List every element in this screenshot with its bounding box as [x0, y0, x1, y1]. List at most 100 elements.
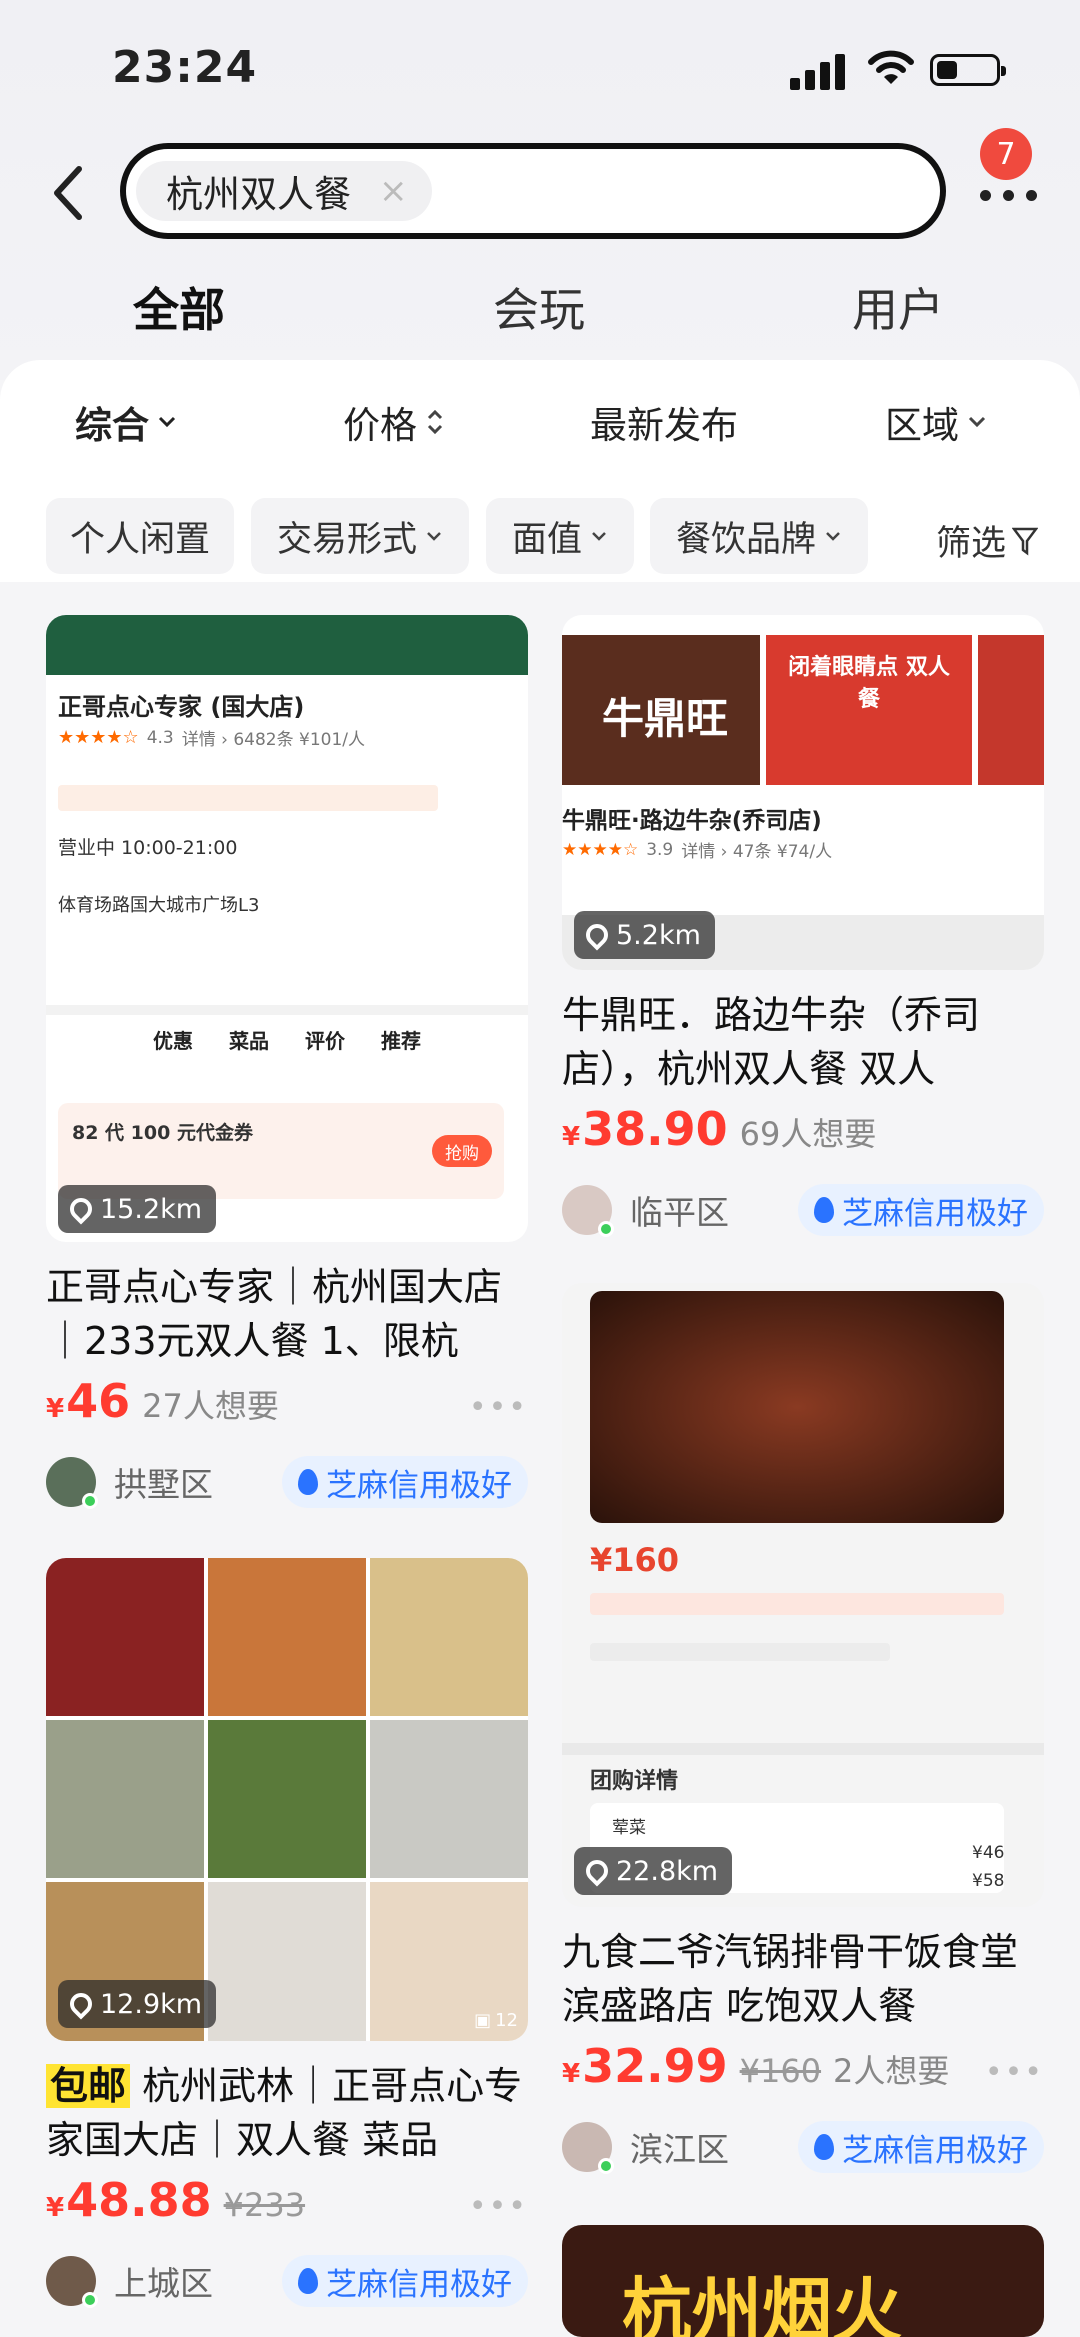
- chevron-down-icon: [592, 532, 606, 541]
- photo-count: ▣ 12: [474, 2010, 518, 2031]
- card-title: 正哥点心专家｜杭州国大店｜233元双人餐 1、限杭: [46, 1265, 503, 1363]
- product-card[interactable]: ▣ 12 12.9km 包邮 杭州武林｜正哥点心专家国大店｜双人餐 菜品 ¥ 4…: [46, 1558, 528, 2309]
- filter-more-button[interactable]: 筛选: [936, 515, 1039, 566]
- image-shop-name: 正哥点心专家 (国大店): [58, 693, 305, 721]
- funnel-icon: [1012, 527, 1039, 555]
- product-card[interactable]: ¥160 团购详情 荤菜 ¥46 ¥58 22.8km 九食二爷汽锅排骨干饭食堂…: [562, 1283, 1044, 2175]
- sort-price[interactable]: 价格: [343, 395, 445, 449]
- credit-badge: 芝麻信用极好: [282, 1456, 528, 1508]
- currency-symbol: ¥: [562, 1122, 581, 1152]
- filter-label: 交易形式: [276, 519, 417, 560]
- product-card[interactable]: 牛鼎旺 闭着眼睛点 双人餐 牛鼎旺·路边牛杂(乔司店) ★★★★☆ 3.9 详情…: [562, 615, 1044, 1238]
- location-pin-icon: [65, 1988, 97, 2020]
- sort-label: 价格: [343, 404, 417, 447]
- filter-label: 个人闲置: [69, 519, 210, 560]
- image-item: 荤菜: [612, 1818, 646, 1838]
- sort-region[interactable]: 区域: [885, 395, 987, 449]
- chevron-down-icon: [158, 416, 176, 428]
- avatar[interactable]: [46, 1457, 98, 1509]
- image-address: 体育场路国大城市广场L3: [58, 895, 260, 916]
- price-row: ¥ 38.90 69人想要: [562, 1102, 1044, 1162]
- clear-icon[interactable]: ×: [379, 171, 408, 211]
- card-title: 牛鼎旺．路边牛杂（乔司店），杭州双人餐 双人: [562, 993, 981, 1091]
- distance-tag: 12.9km: [58, 1980, 217, 2028]
- more-dots-icon[interactable]: •••: [469, 2189, 528, 2224]
- product-card[interactable]: 杭州烟火: [562, 2225, 1044, 2337]
- price: 32.99: [582, 2039, 728, 2093]
- chevron-down-icon: [826, 532, 840, 541]
- tab-users[interactable]: 用户: [852, 274, 944, 340]
- location-pin-icon: [581, 1855, 613, 1887]
- original-price: ¥233: [223, 2186, 306, 2224]
- filter-personal-idle[interactable]: 个人闲置: [46, 498, 234, 574]
- seller-row: 滨江区 芝麻信用极好: [562, 2119, 1044, 2175]
- filter-face-value[interactable]: 面值: [486, 498, 634, 574]
- avatar[interactable]: [562, 2122, 614, 2174]
- drop-icon: [814, 2134, 834, 2160]
- avatar[interactable]: [46, 2256, 98, 2308]
- more-dots-icon[interactable]: •••: [469, 1390, 528, 1425]
- sort-updown-icon: [427, 409, 443, 435]
- location-pin-icon: [65, 1193, 97, 1225]
- free-shipping-tag: 包邮: [46, 2064, 131, 2108]
- distance-tag: 5.2km: [574, 911, 715, 959]
- more-dots-icon[interactable]: •••: [985, 2055, 1044, 2090]
- tab-play[interactable]: 会玩: [493, 274, 585, 340]
- back-button[interactable]: [40, 160, 96, 226]
- distance-tag: 22.8km: [574, 1847, 733, 1895]
- filter-more-label: 筛选: [936, 524, 1007, 564]
- chevron-down-icon: [427, 532, 441, 541]
- seller-area: 拱墅区: [114, 1465, 213, 1504]
- filter-label: 餐饮品牌: [675, 519, 816, 560]
- tab-all[interactable]: 全部: [131, 274, 227, 340]
- filter-trade-type[interactable]: 交易形式: [251, 498, 469, 574]
- drop-icon: [814, 1197, 834, 1223]
- credit-badge: 芝麻信用极好: [798, 1184, 1044, 1236]
- image-sub: 详情 › 47条 ¥74/人: [681, 842, 833, 862]
- seller-area: 滨江区: [630, 2130, 729, 2169]
- sort-label: 最新发布: [590, 404, 738, 447]
- chevron-down-icon: [968, 416, 986, 428]
- credit-badge: 芝麻信用极好: [798, 2121, 1044, 2173]
- cellular-signal-icon: [790, 52, 846, 90]
- seller-area: 临平区: [630, 1193, 729, 1232]
- wifi-icon: [868, 50, 914, 84]
- image-tab: 推荐: [381, 1029, 421, 1053]
- image-sub: 详情 › 6482条 ¥101/人: [181, 730, 365, 750]
- product-card[interactable]: 正哥点心专家 (国大店) ★★★★☆ 4.3 详情 › 6482条 ¥101/人…: [46, 615, 528, 1510]
- image-voucher: 82 代 100 元代金券: [72, 1122, 253, 1144]
- search-query-chip[interactable]: 杭州双人餐 ×: [136, 161, 432, 221]
- want-count: 2人想要: [833, 2052, 950, 2090]
- sort-latest[interactable]: 最新发布: [590, 395, 738, 449]
- star-rating-icon: ★★★★☆: [58, 727, 139, 748]
- filter-brand[interactable]: 餐饮品牌: [650, 498, 868, 574]
- filter-label: 面值: [511, 519, 582, 560]
- battery-icon: [930, 54, 1006, 86]
- image-logo: 牛鼎旺: [602, 694, 729, 743]
- currency-symbol: ¥: [46, 1394, 65, 1424]
- seller-row: 临平区 芝麻信用极好: [562, 1182, 1044, 1238]
- seller-row: 拱墅区 芝麻信用极好: [46, 1454, 528, 1510]
- want-count: 69人想要: [739, 1115, 877, 1153]
- image-tab: 优惠: [153, 1029, 193, 1053]
- search-query-text: 杭州双人餐: [166, 173, 351, 216]
- sort-comprehensive[interactable]: 综合: [75, 395, 177, 449]
- location-pin-icon: [581, 919, 613, 951]
- distance-tag: 15.2km: [58, 1185, 217, 1233]
- notification-badge: 7: [980, 128, 1032, 180]
- avatar[interactable]: [562, 1185, 614, 1237]
- image-voucher-button: 抢购: [432, 1135, 492, 1167]
- credit-text: 芝麻信用极好: [842, 1195, 1028, 1232]
- search-input[interactable]: 杭州双人餐 ×: [120, 143, 946, 239]
- original-price: ¥160: [739, 2052, 822, 2090]
- chevron-left-icon: [54, 166, 82, 220]
- image-hours: 营业中 10:00-21:00: [58, 837, 238, 859]
- image-section: 团购详情: [590, 1769, 679, 1794]
- image-tab: 评价: [305, 1029, 345, 1053]
- distance-text: 15.2km: [100, 1193, 203, 1225]
- drop-icon: [298, 1469, 318, 1495]
- currency-symbol: ¥: [46, 2193, 65, 2223]
- currency-symbol: ¥: [562, 2059, 581, 2089]
- sort-label: 区域: [885, 404, 959, 447]
- image-promo: 闭着眼睛点 双人餐: [788, 655, 950, 712]
